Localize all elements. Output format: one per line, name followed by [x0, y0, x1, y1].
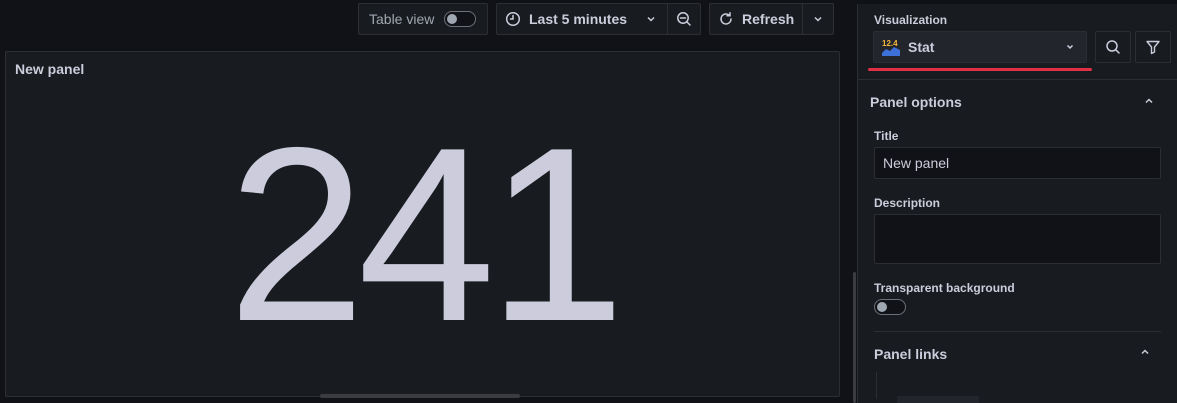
panel-title[interactable]: New panel	[15, 61, 84, 77]
title-input[interactable]	[874, 147, 1161, 179]
stat-value: 241	[227, 95, 626, 373]
refresh-group: Refresh	[709, 3, 835, 35]
switch-knob	[447, 14, 458, 24]
chevron-down-icon	[814, 16, 822, 22]
chevron-up-icon[interactable]	[1141, 93, 1157, 109]
visualization-picker[interactable]: 12.4 Stat	[873, 31, 1087, 63]
chevron-down-icon	[1066, 44, 1074, 50]
horizontal-scrollbar[interactable]	[320, 394, 520, 398]
visualization-label: Visualization	[874, 13, 948, 27]
add-link-button[interactable]	[897, 396, 979, 403]
description-field-label: Description	[874, 196, 941, 210]
time-range-label: Last 5 minutes	[529, 11, 628, 27]
switch-knob	[877, 302, 887, 312]
selection-highlight	[868, 68, 1092, 71]
zoom-out-button[interactable]	[668, 4, 700, 34]
options-pane: Visualization 12.4 Stat Panel options Ti…	[857, 4, 1177, 403]
time-picker-group: Last 5 minutes	[496, 3, 702, 35]
refresh-label: Refresh	[742, 11, 795, 27]
refresh-icon	[720, 12, 732, 25]
table-view-toggle-button[interactable]: Table view	[358, 3, 488, 35]
panel-toolbar: Table view Last 5 minutes Refresh	[358, 3, 835, 35]
clock-icon	[505, 11, 521, 27]
table-view-label: Table view	[369, 11, 435, 27]
chevron-up-icon[interactable]	[1137, 344, 1153, 360]
time-range-picker[interactable]: Last 5 minutes	[497, 4, 669, 34]
transparent-background-label: Transparent background	[874, 281, 1015, 295]
zoom-out-icon	[677, 12, 691, 26]
svg-text:12.4: 12.4	[882, 39, 898, 48]
dashboard-panel-editor: Table view Last 5 minutes Refresh New pa…	[0, 0, 1177, 403]
chevron-down-icon	[647, 16, 655, 22]
search-visualizations-button[interactable]	[1095, 31, 1131, 63]
refresh-button[interactable]: Refresh	[710, 4, 804, 34]
section-rail	[876, 372, 877, 399]
refresh-interval-dropdown[interactable]	[803, 4, 833, 34]
stat-visualization-icon: 12.4	[882, 39, 900, 56]
panel-options-heading[interactable]: Panel options	[870, 94, 962, 110]
transparent-background-switch[interactable]	[874, 299, 906, 315]
table-view-switch[interactable]	[444, 11, 477, 27]
divider	[858, 79, 1177, 80]
visualization-selected: Stat	[908, 39, 935, 55]
title-field-label: Title	[874, 129, 899, 143]
filter-icon	[1146, 40, 1160, 55]
search-icon	[1106, 40, 1120, 54]
vertical-scrollbar[interactable]	[853, 272, 856, 403]
description-textarea[interactable]	[874, 214, 1161, 264]
panel-preview: New panel 241	[5, 51, 840, 398]
filter-options-button[interactable]	[1135, 31, 1171, 63]
divider	[874, 331, 1161, 332]
panel-links-heading[interactable]: Panel links	[874, 346, 947, 362]
